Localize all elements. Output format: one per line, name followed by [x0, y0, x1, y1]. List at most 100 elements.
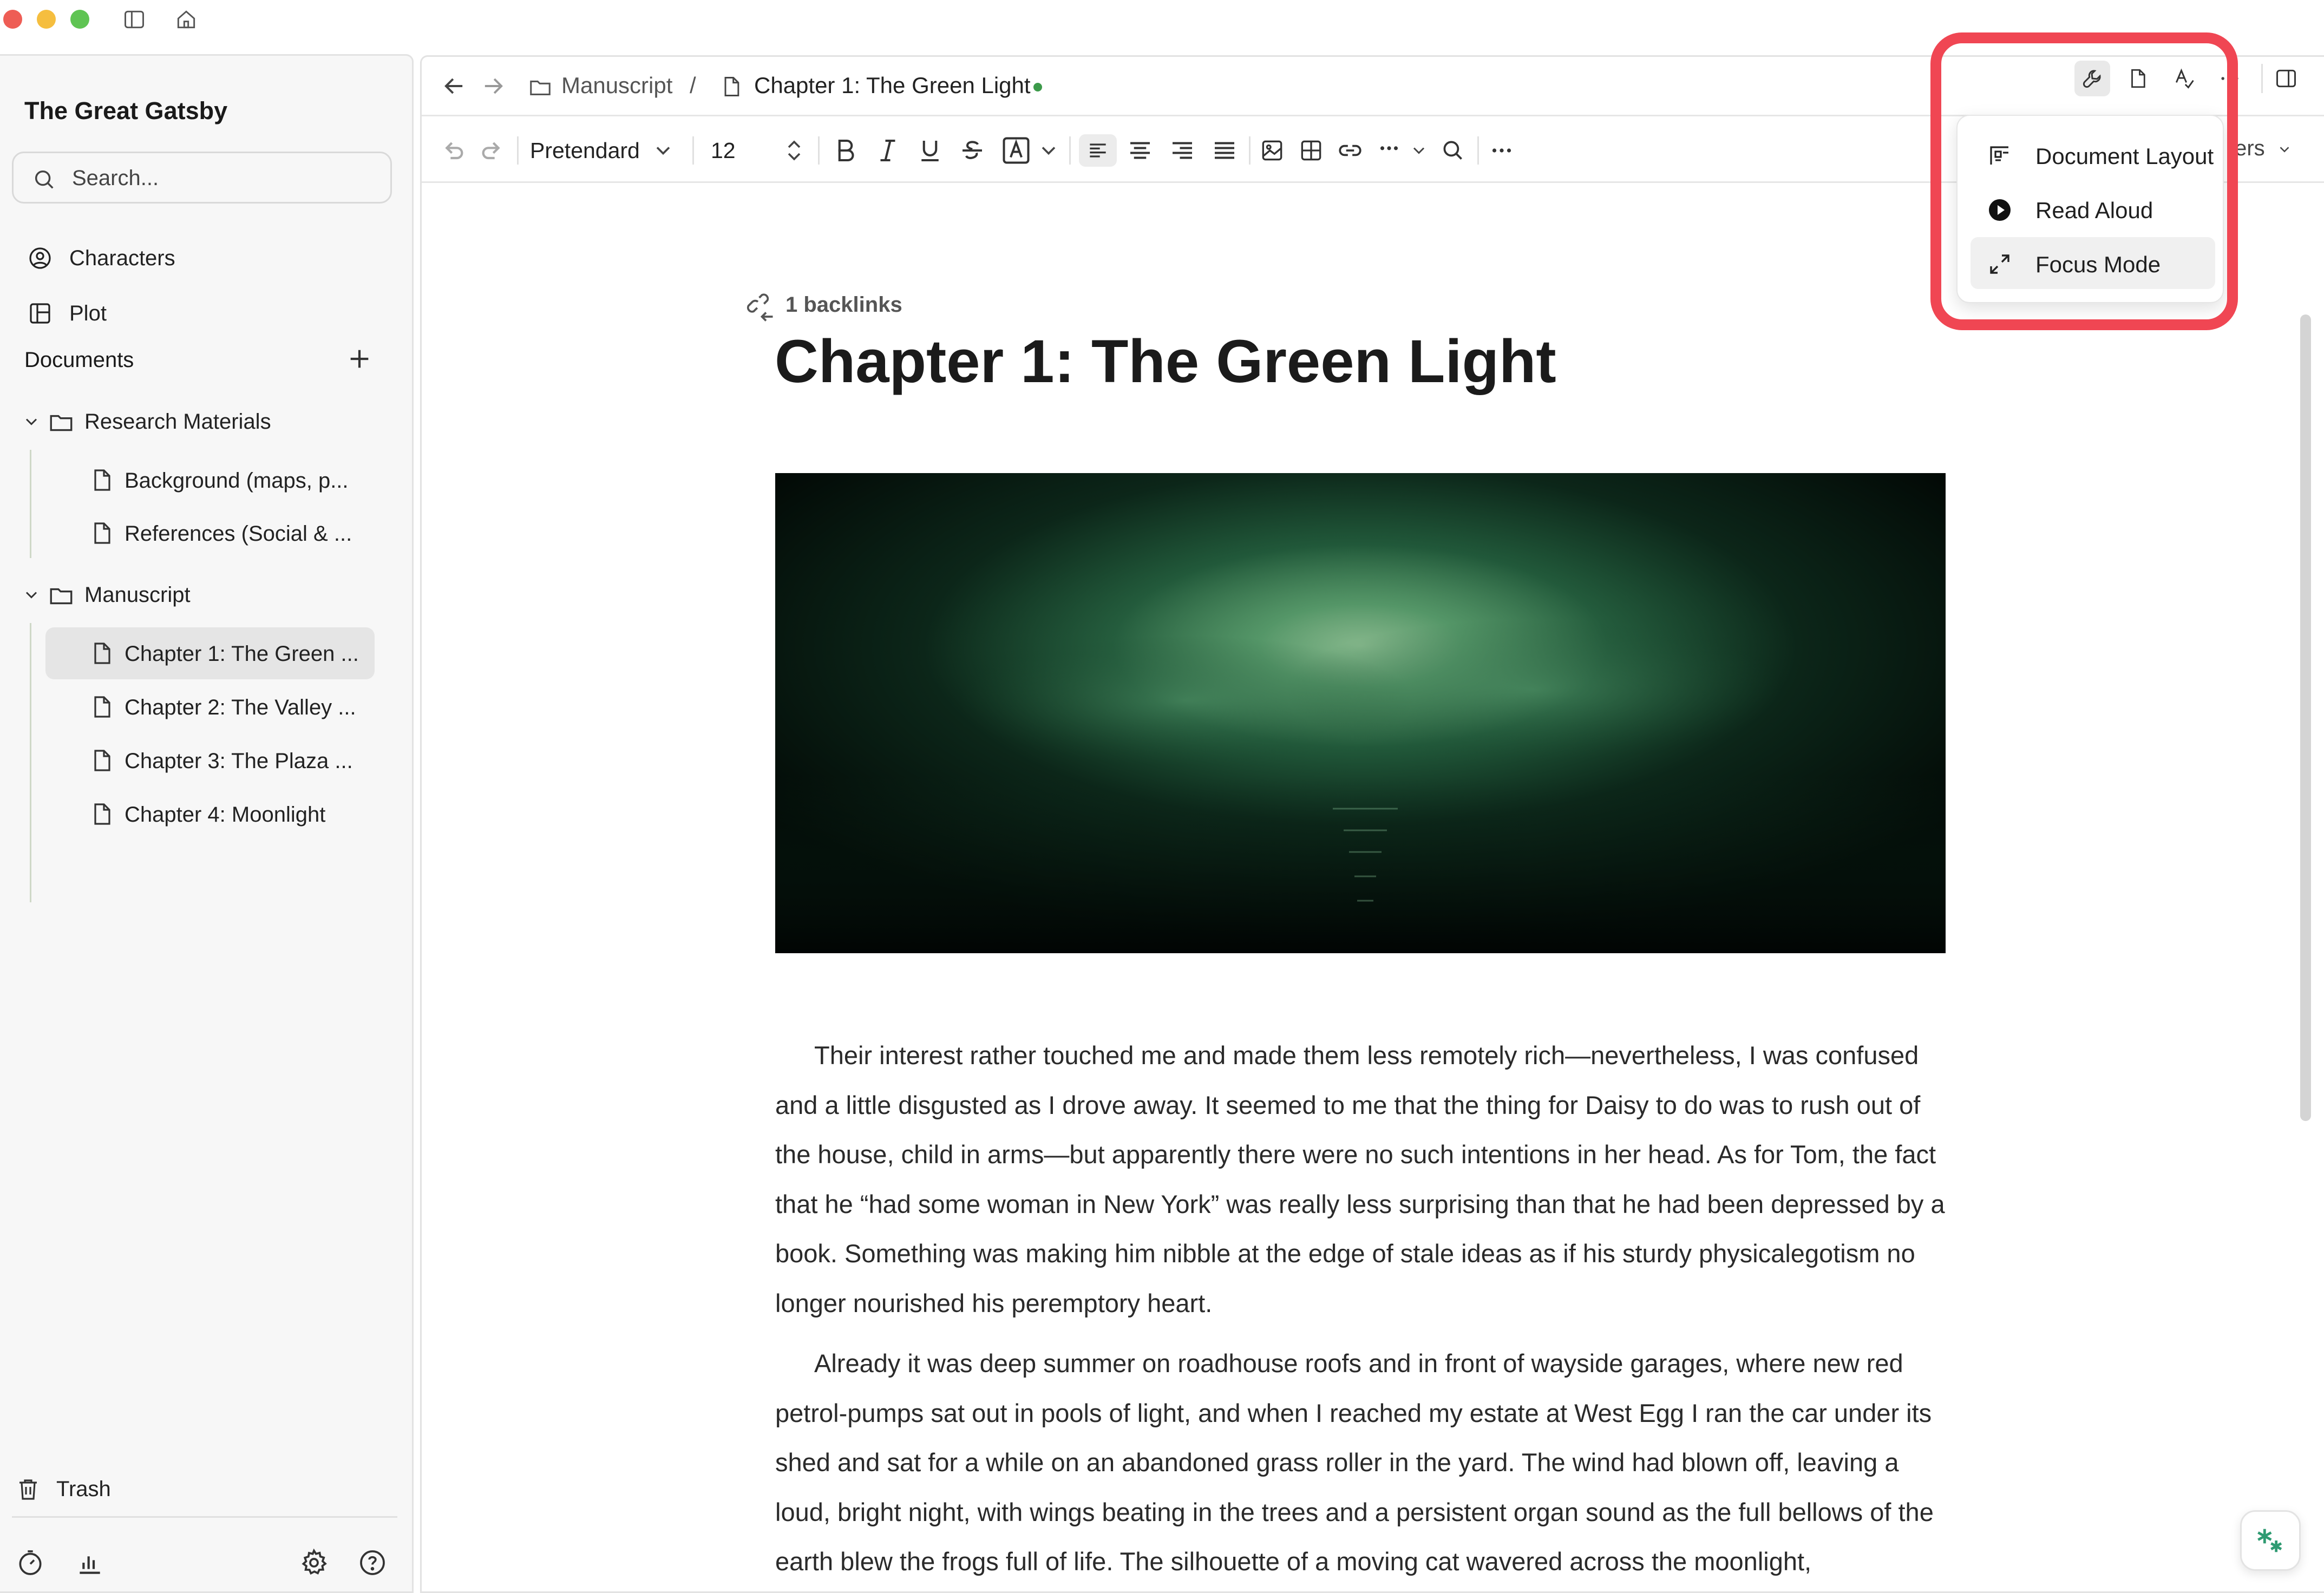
saved-status-dot: [1033, 83, 1042, 91]
document-label: Background (maps, p...: [125, 469, 349, 493]
trash-icon: [19, 1479, 37, 1500]
document-title[interactable]: Chapter 1: The Green Light: [775, 326, 1556, 396]
undo-icon[interactable]: [438, 134, 468, 167]
font-size-value: 12: [711, 137, 736, 163]
paragraph: Their interest rather touched me and mad…: [775, 1041, 1945, 1317]
minimize-window-button[interactable]: [37, 10, 56, 29]
statistics-icon[interactable]: [75, 1548, 105, 1578]
sidebar-item-trash[interactable]: Trash: [0, 1465, 380, 1512]
font-size-input[interactable]: 12: [711, 134, 743, 167]
document-item[interactable]: Chapter 3: The Plaza ...: [45, 735, 375, 786]
back-arrow-icon[interactable]: [440, 72, 468, 100]
home-icon[interactable]: [174, 8, 198, 31]
folder-icon: [530, 80, 551, 95]
person-circle-icon: [29, 247, 51, 269]
folder-research-materials[interactable]: Research Materials: [16, 397, 395, 445]
chevron-down-icon[interactable]: [22, 412, 41, 431]
panel-right-icon: [2276, 69, 2296, 88]
align-left-icon: [1090, 143, 1106, 158]
table-icon[interactable]: [1298, 134, 1325, 167]
sidebar-item-label: Trash: [56, 1477, 111, 1501]
filters-dropdown[interactable]: ters: [2229, 136, 2293, 161]
green-light-illustration: [775, 473, 1946, 953]
hero-image: [775, 473, 1946, 953]
folder-manuscript[interactable]: Manuscript: [16, 570, 395, 619]
folder-label: Manuscript: [84, 583, 191, 607]
toolbar-separator: [1477, 136, 1479, 165]
document-item-selected[interactable]: Chapter 1: The Green ...: [45, 627, 375, 679]
chevron-down-icon[interactable]: [1037, 134, 1060, 167]
more-insert-icon[interactable]: [1376, 134, 1403, 167]
more-options-icon[interactable]: [1487, 134, 1516, 167]
strikethrough-icon[interactable]: [958, 134, 987, 167]
font-family-value: Pretendard: [530, 137, 640, 163]
sidebar-toggle-icon[interactable]: [122, 8, 146, 31]
help-icon[interactable]: [357, 1548, 388, 1578]
breadcrumb-folder[interactable]: Manuscript: [561, 73, 672, 99]
breadcrumb-separator: /: [690, 73, 696, 98]
text-color-icon[interactable]: [1000, 134, 1032, 167]
document-label: Chapter 4: Moonlight: [125, 803, 326, 827]
toolbar-separator: [2261, 64, 2263, 93]
project-title: The Great Gatsby: [24, 97, 228, 124]
sidebar-item-characters[interactable]: Characters: [12, 234, 392, 281]
sidebar-item-plot[interactable]: Plot: [12, 290, 392, 336]
board-icon: [30, 303, 50, 324]
sparkle-icon: [2257, 1529, 2282, 1552]
document-item[interactable]: Background (maps, p...: [45, 454, 375, 506]
scrollbar-thumb[interactable]: [2300, 314, 2311, 1121]
toolbar-separator: [692, 136, 694, 165]
redo-icon[interactable]: [477, 134, 507, 167]
highlight-annotation: [1930, 32, 2238, 330]
document-item[interactable]: Chapter 4: Moonlight: [45, 788, 375, 840]
chevron-down-icon: [2280, 147, 2289, 153]
ai-assistant-button[interactable]: [2240, 1510, 2301, 1571]
align-center-icon[interactable]: [1125, 134, 1155, 167]
zoom-window-button[interactable]: [70, 10, 89, 29]
sidebar-item-label: Plot: [69, 301, 107, 325]
backlinks-indicator[interactable]: 1 backlinks: [747, 293, 902, 322]
document-icon: [94, 750, 110, 771]
forward-arrow-icon[interactable]: [479, 72, 507, 100]
backlink-icon: [747, 293, 773, 322]
folder-icon: [50, 415, 73, 431]
underline-icon[interactable]: [915, 134, 945, 167]
documents-section-header: Documents: [24, 348, 134, 372]
search-input[interactable]: [72, 163, 375, 193]
toolbar-separator: [517, 136, 519, 165]
chevron-down-icon[interactable]: [651, 134, 675, 167]
document-item[interactable]: References (Social & ...: [45, 507, 375, 559]
document-icon: [94, 522, 110, 544]
document-body[interactable]: Their interest rather touched me and mad…: [775, 1031, 1950, 1591]
document-item[interactable]: Chapter 2: The Valley ...: [45, 681, 375, 733]
gear-icon[interactable]: [299, 1548, 329, 1578]
sidebar-item-label: Characters: [69, 246, 175, 270]
image-icon[interactable]: [1259, 134, 1286, 167]
bold-icon[interactable]: [831, 134, 860, 167]
document-icon: [94, 696, 110, 718]
font-family-select[interactable]: Pretendard: [530, 134, 671, 167]
link-icon[interactable]: [1337, 134, 1364, 167]
right-panel-toggle[interactable]: [2268, 61, 2304, 96]
close-window-button[interactable]: [3, 10, 22, 29]
align-left-button[interactable]: [1079, 134, 1117, 167]
align-right-icon[interactable]: [1168, 134, 1197, 167]
align-justify-icon[interactable]: [1210, 134, 1239, 167]
tree-guide-line: [30, 623, 31, 902]
toolbar-separator: [818, 136, 820, 165]
document-label: Chapter 2: The Valley ...: [125, 696, 356, 719]
italic-icon[interactable]: [873, 134, 902, 167]
toolbar-separator: [1249, 136, 1251, 165]
search-box[interactable]: [12, 152, 392, 204]
chevron-down-icon[interactable]: [1409, 134, 1429, 167]
size-stepper-icon[interactable]: [781, 134, 807, 167]
breadcrumb-document[interactable]: Chapter 1: The Green Light: [754, 73, 1031, 99]
tree-guide-line: [30, 450, 31, 558]
search-icon[interactable]: [1439, 134, 1467, 167]
document-canvas: 1 backlinks Chapter 1: The Green Light T…: [422, 185, 2324, 1591]
chevron-down-icon[interactable]: [22, 585, 41, 605]
document-icon: [724, 77, 739, 96]
document-icon: [94, 469, 110, 491]
timer-icon[interactable]: [15, 1548, 45, 1578]
add-document-icon[interactable]: [344, 344, 375, 374]
